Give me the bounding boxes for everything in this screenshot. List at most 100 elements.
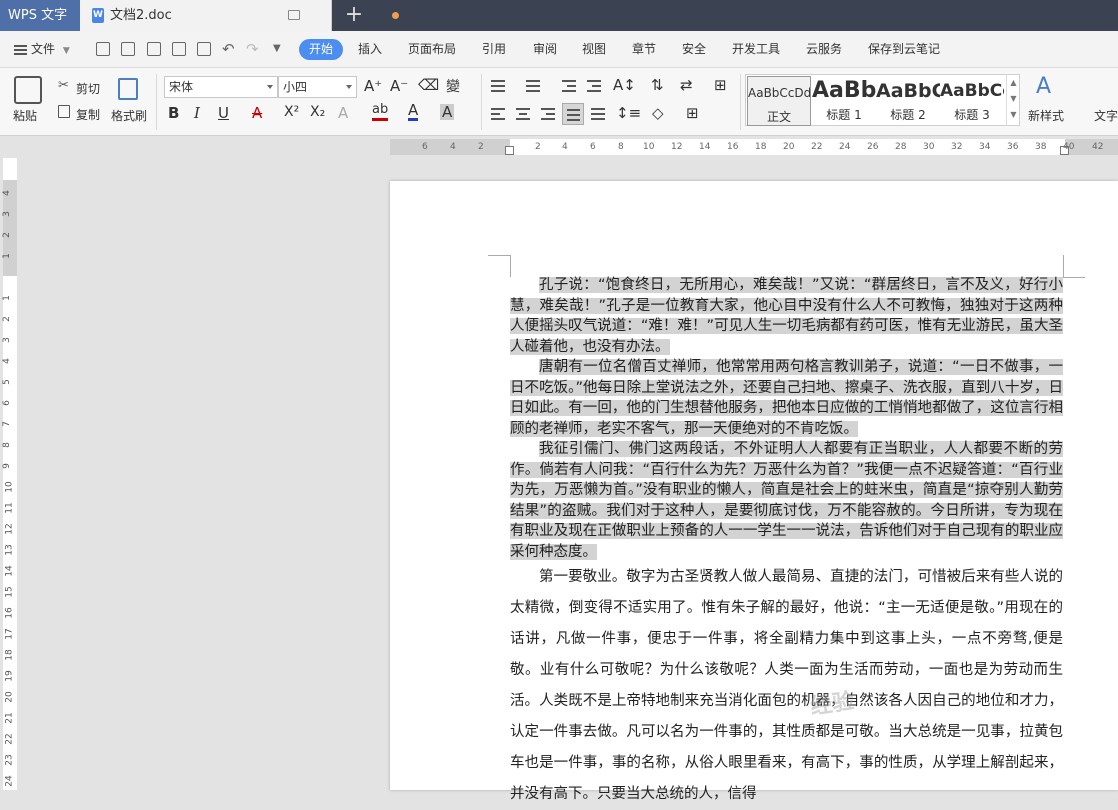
text-effect-icon[interactable]: A <box>338 104 348 122</box>
ruler-number: 6 <box>590 142 596 152</box>
redo-icon[interactable]: ↷ <box>246 31 259 67</box>
ruler-number: 1 <box>1 295 12 301</box>
style-heading-3[interactable]: AaBbCc 标题 3 <box>940 75 1004 125</box>
strikethrough-button[interactable]: A <box>252 104 262 122</box>
tab-cloud-services[interactable]: 云服务 <box>806 31 842 67</box>
copy-button[interactable]: 复制 <box>76 106 100 123</box>
vertical-ruler[interactable]: 4 3 2 1 1 2 3 4 5 6 7 8 9 10 11 12 13 14… <box>0 158 22 790</box>
hamburger-icon <box>14 43 27 57</box>
character-shading-icon[interactable]: A <box>440 104 455 120</box>
ruler-number: 9 <box>1 463 12 469</box>
ruler-number: 14 <box>699 142 711 152</box>
format-painter-icon <box>118 78 138 100</box>
ruler-number: 8 <box>1 442 12 448</box>
ruler-number: 20 <box>4 691 15 703</box>
print-icon[interactable] <box>172 42 186 56</box>
selected-paragraph[interactable]: 孔子说：“饱食终日，无所用心，难矣哉！”又说：“群居终日，言不及义，好行小慧，难… <box>510 275 1063 357</box>
ruler-number: 17 <box>4 628 15 640</box>
indent-marker-icon[interactable] <box>505 146 514 155</box>
text-tools-button[interactable]: 文字 <box>1094 107 1118 124</box>
tab-developer-tools[interactable]: 开发工具 <box>732 31 780 67</box>
border-icon[interactable]: ⊞ <box>686 104 699 122</box>
divider <box>740 74 741 130</box>
superscript-button[interactable]: X² <box>284 104 299 120</box>
selected-text: 我征引儒门、佛门这两段话，不外证明人人都要有正当职业，人人都要不断的劳作。倘若有… <box>510 441 1063 560</box>
subscript-button[interactable]: X₂ <box>310 104 325 120</box>
format-painter-button[interactable]: 格式刷 <box>111 107 147 124</box>
clear-format-icon[interactable]: ⌫ <box>418 76 439 94</box>
tab-view[interactable]: 视图 <box>582 31 606 67</box>
styles-scrollbar[interactable]: ▲ ▼ ▼ <box>1006 75 1020 125</box>
show-hide-marks-icon[interactable]: ⇄ <box>680 76 693 94</box>
paste-button[interactable]: 粘贴 <box>13 107 37 124</box>
document-tab-title: 文档2.doc <box>110 8 172 23</box>
document-page[interactable]: 孔子说：“饱食终日，无所用心，难矣哉！”又说：“群居终日，言不及义，好行小慧，难… <box>390 181 1118 802</box>
unsaved-dot-icon <box>392 12 399 19</box>
bold-button[interactable]: B <box>168 104 179 122</box>
selected-paragraph[interactable]: 我征引儒门、佛门这两段话，不外证明人人都要有正当职业，人人都要不断的劳作。倘若有… <box>510 439 1063 562</box>
tab-references[interactable]: 引用 <box>482 31 506 67</box>
ruler-number: 4 <box>1 358 12 364</box>
styles-gallery: AaBbCcDd 正文 AaBb 标题 1 AaBbC 标题 2 AaBbCc … <box>745 74 1020 126</box>
selected-paragraph[interactable]: 唐朝有一位名僧百丈禅师，他常常用两句格言教训弟子，说道：“一日不做事，一日不吃饭… <box>510 357 1063 439</box>
app-name[interactable]: WPS 文字 <box>0 0 80 31</box>
body-paragraph[interactable]: 第一要敬业。敬字为古圣贤教人做人最简易、直捷的法门，可惜被后来有些人说的太精微，… <box>510 562 1063 810</box>
horizontal-ruler[interactable]: 6 4 2 2 4 6 8 10 12 14 16 18 20 22 24 26… <box>0 136 1118 158</box>
font-name-select[interactable]: 宋体 <box>164 76 278 98</box>
tab-start[interactable]: 开始 <box>299 39 343 60</box>
export-pdf-icon[interactable] <box>147 42 161 56</box>
tab-insert[interactable]: 插入 <box>358 31 382 67</box>
highlight-color-icon[interactable]: ab <box>372 102 389 121</box>
paste-icon[interactable] <box>14 76 42 104</box>
monitor-icon[interactable] <box>288 10 300 20</box>
crop-mark <box>1063 255 1064 277</box>
ruler-number: 24 <box>839 142 851 152</box>
document-tab[interactable]: W 文档2.doc <box>80 0 399 31</box>
cut-button[interactable]: 剪切 <box>76 80 100 97</box>
ruler-number: 10 <box>4 481 15 493</box>
table-insert-icon[interactable]: ⊞ <box>714 76 727 94</box>
justify-button[interactable] <box>562 103 584 125</box>
shading-fill-icon[interactable]: ◇ <box>652 104 664 122</box>
open-folder-icon[interactable] <box>96 42 110 56</box>
menu-bar: 文件 ▼ ↶ ↷ ▼ 开始 插入 页面布局 引用 审阅 视图 章节 安全 开发工… <box>0 31 1118 68</box>
ruler-number: 4 <box>1 190 12 196</box>
style-normal[interactable]: AaBbCcDd 正文 <box>747 76 811 126</box>
watermark: 经验 <box>808 689 856 720</box>
sort-icon[interactable]: ⇅ <box>651 76 664 94</box>
shrink-font-button[interactable]: A⁻ <box>390 77 408 95</box>
undo-icon[interactable]: ↶ <box>222 31 235 67</box>
copy-icon <box>58 105 70 118</box>
underline-button[interactable]: U <box>218 104 229 122</box>
style-heading-1[interactable]: AaBb 标题 1 <box>812 75 876 125</box>
ruler-number: 42 <box>1092 142 1104 152</box>
new-style-icon: A <box>1036 74 1052 99</box>
customize-quick-access-icon[interactable]: ▼ <box>273 31 281 67</box>
new-style-button[interactable]: 新样式 <box>1028 107 1064 124</box>
new-tab-button[interactable]: + <box>342 3 366 27</box>
font-size-value: 小四 <box>283 80 308 94</box>
grow-font-button[interactable]: A⁺ <box>364 77 382 95</box>
text-direction-icon[interactable]: A↕ <box>613 76 636 94</box>
tab-save-to-cloud-notes[interactable]: 保存到云笔记 <box>868 31 940 67</box>
ruler-number: 21 <box>4 712 15 724</box>
print-preview-icon[interactable] <box>197 42 211 56</box>
save-icon[interactable] <box>121 42 135 56</box>
tab-security[interactable]: 安全 <box>682 31 706 67</box>
document-body[interactable]: 孔子说：“饱食终日，无所用心，难矣哉！”又说：“群居终日，言不及义，好行小慧，难… <box>510 275 1063 810</box>
font-color-icon[interactable]: A <box>408 102 419 121</box>
ruler-number: 32 <box>951 142 963 152</box>
style-heading-2[interactable]: AaBbC 标题 2 <box>876 75 940 125</box>
italic-button[interactable]: I <box>194 104 200 122</box>
file-menu[interactable]: 文件 ▼ <box>14 31 70 69</box>
ruler-number: 26 <box>867 142 879 152</box>
line-spacing-icon[interactable]: ↕≡ <box>616 104 641 122</box>
font-size-select[interactable]: 小四 <box>278 76 357 98</box>
style-preview: AaBbCcDd <box>748 86 810 100</box>
tab-sections[interactable]: 章节 <box>632 31 656 67</box>
phonetic-guide-icon[interactable]: 變 <box>446 76 460 96</box>
tab-page-layout[interactable]: 页面布局 <box>408 31 456 67</box>
ruler-number: 2 <box>535 142 541 152</box>
ruler-number: 40 <box>1063 142 1075 152</box>
tab-review[interactable]: 审阅 <box>533 31 557 67</box>
